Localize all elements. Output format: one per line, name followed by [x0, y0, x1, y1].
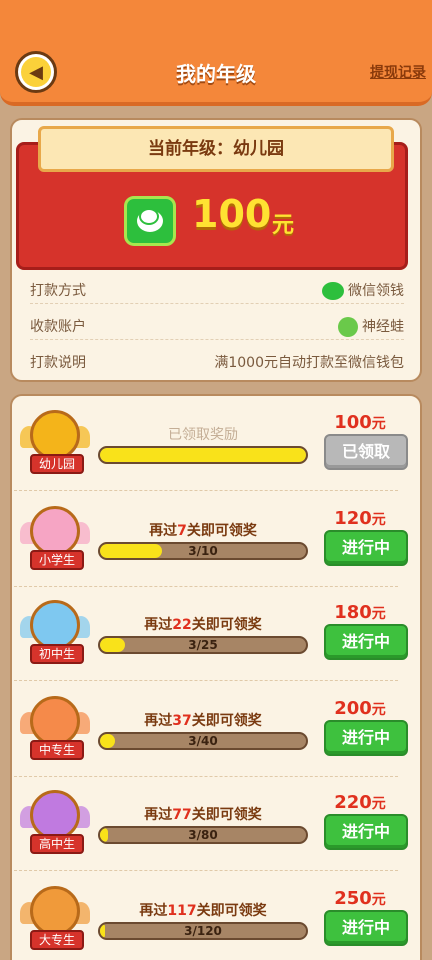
reward-amount: 180元 — [334, 602, 386, 623]
current-amount: 100 — [192, 192, 272, 236]
task-text: 再过117关即可领奖 — [139, 903, 267, 919]
progress-bar: 3/120 — [98, 922, 308, 940]
progress-text: 3/10 — [188, 544, 218, 558]
reward-amount: 100元 — [334, 412, 386, 433]
current-amount-unit: 元 — [272, 213, 295, 238]
divider — [14, 490, 398, 491]
progress-bar: 3/25 — [98, 636, 308, 654]
progress-bar: 3/40 — [98, 732, 308, 750]
grade-badge-label: 中专生 — [30, 740, 84, 760]
grade-badge-label: 初中生 — [30, 644, 84, 664]
reward-amount: 250元 — [334, 888, 386, 909]
claim-button[interactable]: 进行中 — [324, 530, 408, 566]
claim-button[interactable]: 进行中 — [324, 910, 408, 946]
progress-bar: 3/80 — [98, 826, 308, 844]
claim-button[interactable]: 进行中 — [324, 624, 408, 660]
claim-button[interactable]: 已领取 — [324, 434, 408, 470]
info-row-payment-method: 打款方式 微信领钱 — [30, 274, 404, 304]
grade-badge-label: 小学生 — [30, 550, 84, 570]
reward-amount: 120元 — [334, 508, 386, 529]
task-text: 再过7关即可领奖 — [149, 523, 257, 539]
claim-button[interactable]: 进行中 — [324, 814, 408, 850]
info-value: 满1000元自动打款至微信钱包 — [214, 355, 404, 371]
star-icon — [30, 410, 80, 460]
claim-button[interactable]: 进行中 — [324, 720, 408, 756]
grade-row: 幼儿园 已领取奖励 100元 已领取 — [10, 400, 422, 490]
heart-icon — [30, 790, 80, 840]
frog-avatar-icon — [338, 317, 358, 337]
diamond-icon — [30, 886, 80, 936]
ruby-icon — [30, 696, 80, 746]
reward-amount: 220元 — [334, 792, 386, 813]
moon-icon — [30, 506, 80, 556]
task-text: 再过37关即可领奖 — [144, 713, 262, 729]
grade-row: 大专生 再过117关即可领奖 3/120 250元 进行中 — [10, 876, 422, 960]
grade-row: 小学生 再过7关即可领奖 3/10 120元 进行中 — [10, 496, 422, 586]
progress-bar — [98, 446, 308, 464]
info-key: 打款说明 — [30, 355, 86, 371]
task-text: 再过22关即可领奖 — [144, 617, 262, 633]
task-text: 已领取奖励 — [168, 427, 238, 443]
current-grade-label: 当前年级：幼儿园 — [38, 126, 394, 172]
wechat-icon — [124, 196, 176, 246]
divider — [14, 776, 398, 777]
grade-row: 高中生 再过77关即可领奖 3/80 220元 进行中 — [10, 780, 422, 870]
wechat-icon — [322, 282, 344, 300]
gem-icon — [30, 600, 80, 650]
withdraw-record-link[interactable]: 提现记录 — [370, 62, 426, 82]
info-value: 微信领钱 — [348, 283, 404, 299]
header-bar: ◀ 我的年级 提现记录 — [0, 0, 432, 106]
progress-text: 3/25 — [188, 638, 218, 652]
info-value: 神经蛙 — [362, 319, 404, 335]
info-row-note: 打款说明 满1000元自动打款至微信钱包 — [30, 346, 404, 376]
divider — [14, 586, 398, 587]
progress-bar: 3/10 — [98, 542, 308, 560]
progress-text: 3/80 — [188, 828, 218, 842]
grade-badge-label: 大专生 — [30, 930, 84, 950]
info-row-account: 收款账户 神经蛙 — [30, 310, 404, 340]
progress-text: 3/120 — [184, 924, 222, 938]
reward-amount: 200元 — [334, 698, 386, 719]
info-key: 打款方式 — [30, 283, 86, 299]
progress-text: 3/40 — [188, 734, 218, 748]
info-key: 收款账户 — [30, 319, 86, 335]
divider — [14, 870, 398, 871]
grade-row: 初中生 再过22关即可领奖 3/25 180元 进行中 — [10, 590, 422, 680]
page-title: 我的年级 — [176, 62, 256, 86]
divider — [14, 680, 398, 681]
grade-row: 中专生 再过37关即可领奖 3/40 200元 进行中 — [10, 686, 422, 776]
task-text: 再过77关即可领奖 — [144, 807, 262, 823]
grade-badge-label: 幼儿园 — [30, 454, 84, 474]
grade-badge-label: 高中生 — [30, 834, 84, 854]
